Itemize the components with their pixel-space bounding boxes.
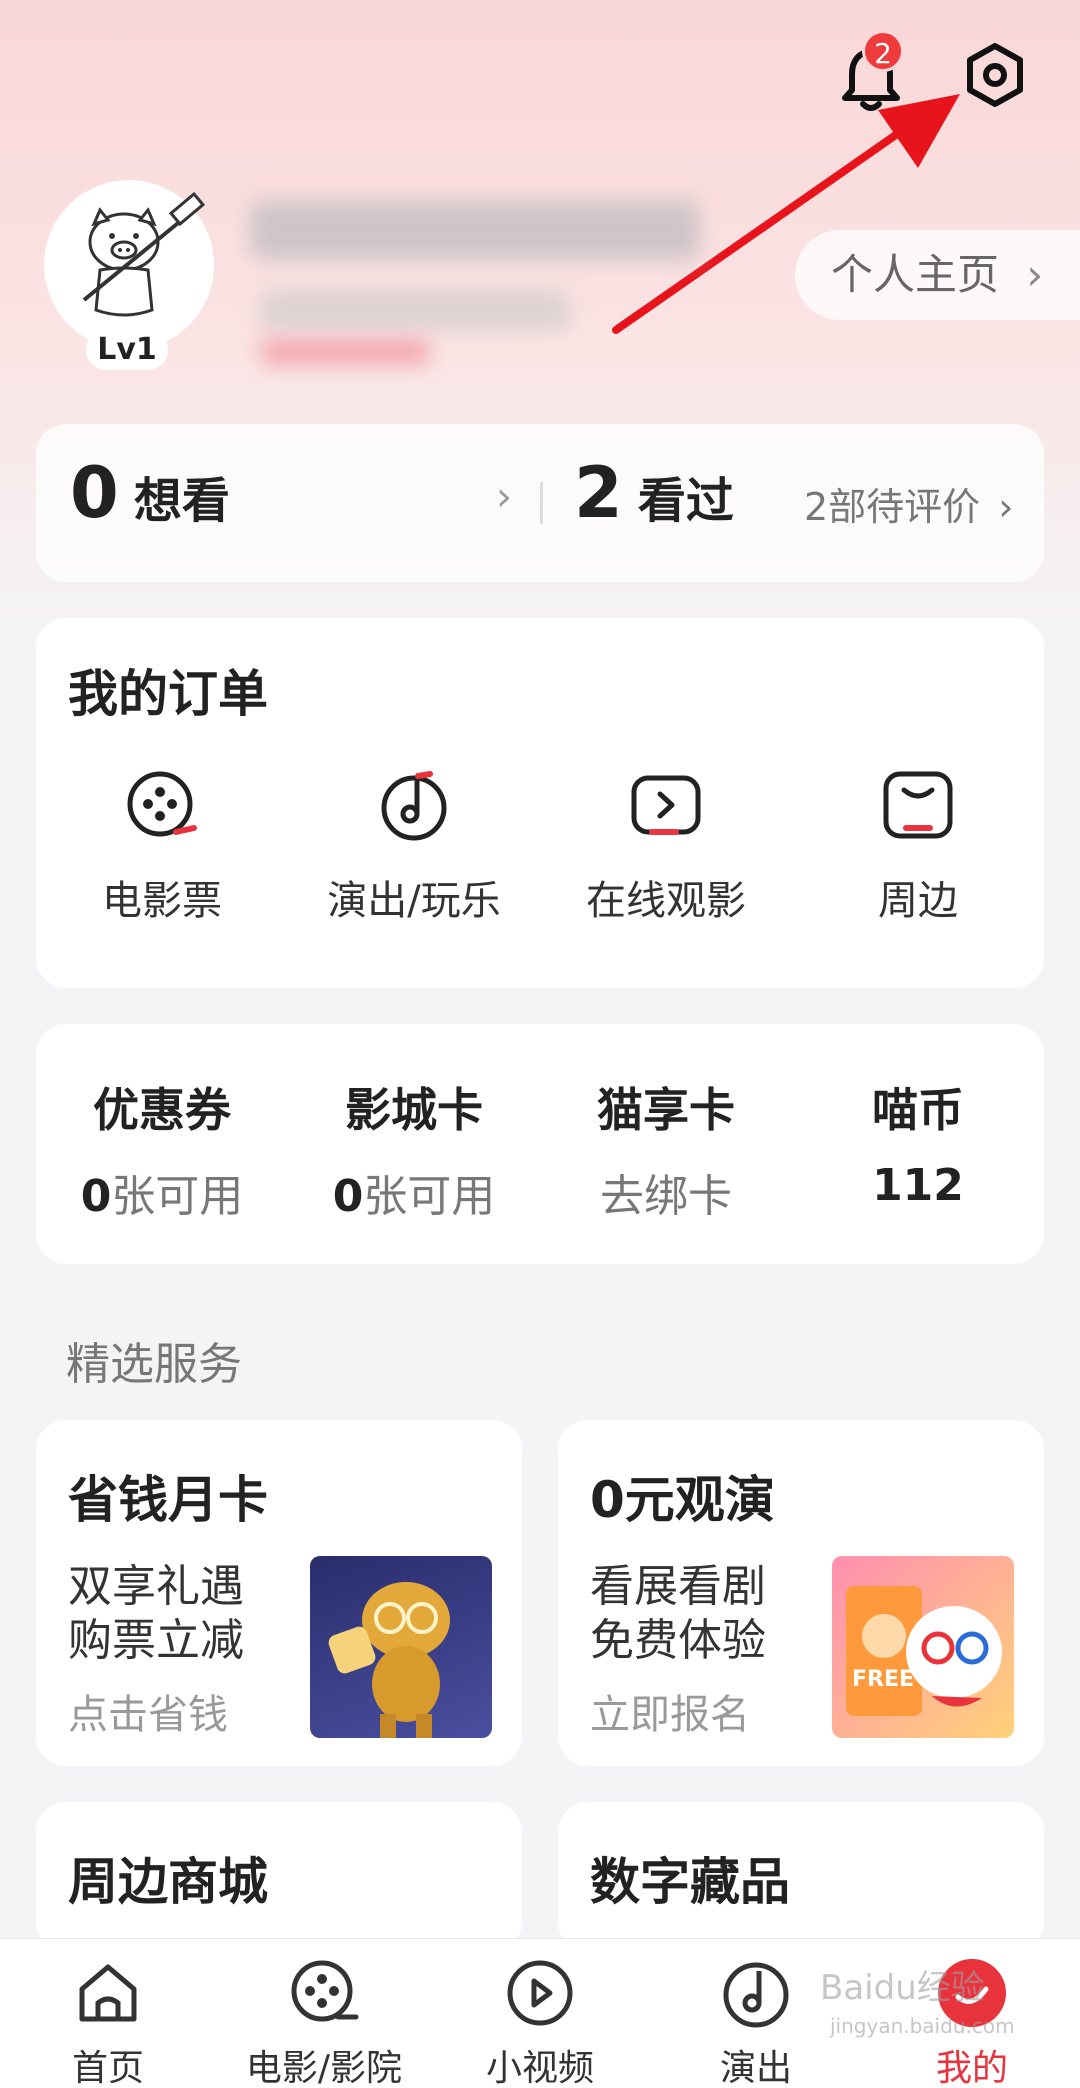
wallet-card: 优惠券 0张可用 影城卡 0张可用 猫享卡 去绑卡 喵币 112 (36, 1024, 1044, 1264)
play-circle-icon (507, 1960, 573, 2026)
watch-stats-card: 0 想看 › 2 看过 2部待评价 › (36, 424, 1044, 582)
blurred-user-info (260, 290, 570, 330)
gold-cat-mascot-icon (328, 1582, 450, 1738)
blurred-user-tag (260, 340, 430, 364)
watched-label: 看过 (637, 473, 734, 529)
cat-ticket-icon: FREE (846, 1586, 1002, 1716)
blurred-username (250, 200, 700, 260)
order-online-viewing[interactable]: 在线观影 (540, 768, 792, 926)
service-link: 点击省钱 (68, 1692, 228, 1738)
pending-review-text: 2部待评价 (804, 485, 981, 529)
level-badge: Lv1 (86, 330, 168, 370)
nav-short-video[interactable]: 小视频 (432, 1957, 648, 2088)
digital-collectibles-card[interactable]: 数字藏品 (558, 1802, 1044, 1952)
wallet-value: 0张可用 (332, 1171, 496, 1222)
shopping-bag-icon (883, 771, 953, 839)
watermark-logo: Baidu经验 (820, 1968, 985, 2008)
want-count: 0 (70, 452, 119, 534)
wallet-cinema-card[interactable]: 影城卡 0张可用 (288, 1074, 540, 1224)
free-ticket-image: FREE (832, 1556, 1014, 1738)
free-show-card[interactable]: 0元观演 看展看剧 免费体验 立即报名 FREE (558, 1420, 1044, 1766)
chevron-right-icon[interactable]: › (496, 474, 512, 520)
pending-review-link[interactable]: 2部待评价 › (804, 476, 1013, 531)
music-disc-icon (381, 771, 447, 841)
service-title: 数字藏品 (590, 1853, 790, 1911)
order-label: 在线观影 (586, 878, 746, 924)
order-merchandise[interactable]: 周边 (792, 768, 1044, 926)
wallet-title: 喵币 (872, 1083, 964, 1137)
want-to-watch[interactable]: 0 想看 (70, 452, 230, 534)
film-reel-icon (127, 771, 197, 837)
film-reel-icon (291, 1960, 359, 2022)
gold-cat-image (310, 1556, 492, 1738)
nav-label: 小视频 (485, 2048, 594, 2088)
homepage-label: 个人主页 (831, 250, 1000, 299)
nav-label: 我的 (935, 2048, 1008, 2088)
avatar[interactable] (44, 180, 214, 350)
nav-label: 电影/影院 (245, 2048, 403, 2088)
nav-label: 演出 (719, 2048, 792, 2088)
nav-label: 首页 (71, 2048, 144, 2088)
wallet-title: 猫享卡 (597, 1083, 735, 1137)
wallet-value: 0张可用 (80, 1171, 244, 1222)
orders-title: 我的订单 (68, 665, 268, 723)
wallet-cat-card[interactable]: 猫享卡 去绑卡 (540, 1074, 792, 1224)
nav-movies-cinema[interactable]: 电影/影院 (216, 1957, 432, 2088)
home-icon (79, 1964, 137, 2022)
order-label: 电影票 (102, 878, 222, 924)
nav-home[interactable]: 首页 (0, 1957, 216, 2088)
chevron-right-icon: › (1026, 250, 1044, 299)
pig-avatar-icon (82, 191, 206, 317)
chevron-right-icon: › (998, 485, 1014, 529)
order-movie-ticket[interactable]: 电影票 (36, 768, 288, 926)
order-label: 演出/玩乐 (327, 878, 501, 924)
play-screen-icon (631, 775, 701, 835)
wallet-value: 112 (872, 1160, 964, 1211)
watched-count: 2 (574, 452, 623, 534)
service-link: 立即报名 (590, 1692, 750, 1738)
service-title: 0元观演 (590, 1471, 775, 1529)
featured-services-title: 精选服务 (66, 1339, 242, 1390)
service-title: 省钱月卡 (68, 1471, 268, 1529)
wallet-meow-coins[interactable]: 喵币 112 (792, 1074, 1044, 1211)
my-orders-card: 我的订单 电影票 演出/玩乐 在线观影 周边 (36, 618, 1044, 988)
wallet-title: 优惠券 (93, 1083, 231, 1137)
notification-badge: 2 (862, 30, 904, 72)
service-title: 周边商城 (68, 1853, 268, 1911)
service-subtitle: 看展看剧 免费体验 (590, 1561, 766, 1666)
wallet-value: 去绑卡 (600, 1171, 732, 1222)
music-disc-icon (723, 1962, 789, 2028)
order-show-play[interactable]: 演出/玩乐 (288, 768, 540, 926)
watermark-url: jingyan.baidu.com (830, 2014, 1015, 2038)
watched[interactable]: 2 看过 (574, 452, 734, 534)
service-subtitle: 双享礼遇 购票立减 (68, 1561, 244, 1666)
svg-text:FREE: FREE (852, 1667, 914, 1692)
want-label: 想看 (133, 473, 230, 529)
order-label: 周边 (878, 878, 958, 924)
divider (540, 482, 543, 524)
savings-monthly-card[interactable]: 省钱月卡 双享礼遇 购票立减 点击省钱 (36, 1420, 522, 1766)
merch-store-card[interactable]: 周边商城 (36, 1802, 522, 1952)
wallet-coupons[interactable]: 优惠券 0张可用 (36, 1074, 288, 1224)
wallet-title: 影城卡 (345, 1083, 483, 1137)
personal-homepage-button[interactable]: 个人主页 › (795, 230, 1080, 320)
